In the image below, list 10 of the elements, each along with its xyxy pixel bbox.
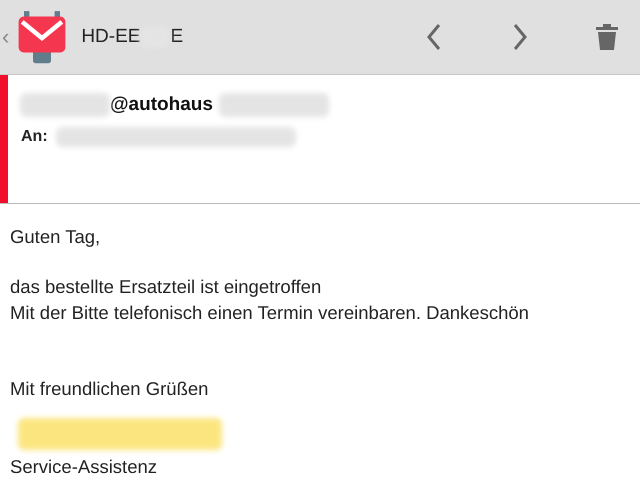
title-text: E (170, 26, 184, 48)
sender-address: @autohaus (110, 94, 213, 116)
signature-role: Service-Assistenz (10, 455, 158, 479)
back-glyph[interactable]: ‹ (2, 24, 10, 50)
delete-icon[interactable] (596, 24, 618, 50)
recipient-label: An: (21, 128, 48, 146)
title-text: HD-EE (81, 26, 140, 48)
greeting-text: Guten Tag, (10, 225, 102, 249)
closing-text: Mit freundlichen Grüßen (10, 377, 210, 401)
message-text: das bestellte Ersatzteil ist eingetroffen Mit der Bitte telefonisch einen Termin vereinbaren. Dankeschön (10, 275, 530, 325)
